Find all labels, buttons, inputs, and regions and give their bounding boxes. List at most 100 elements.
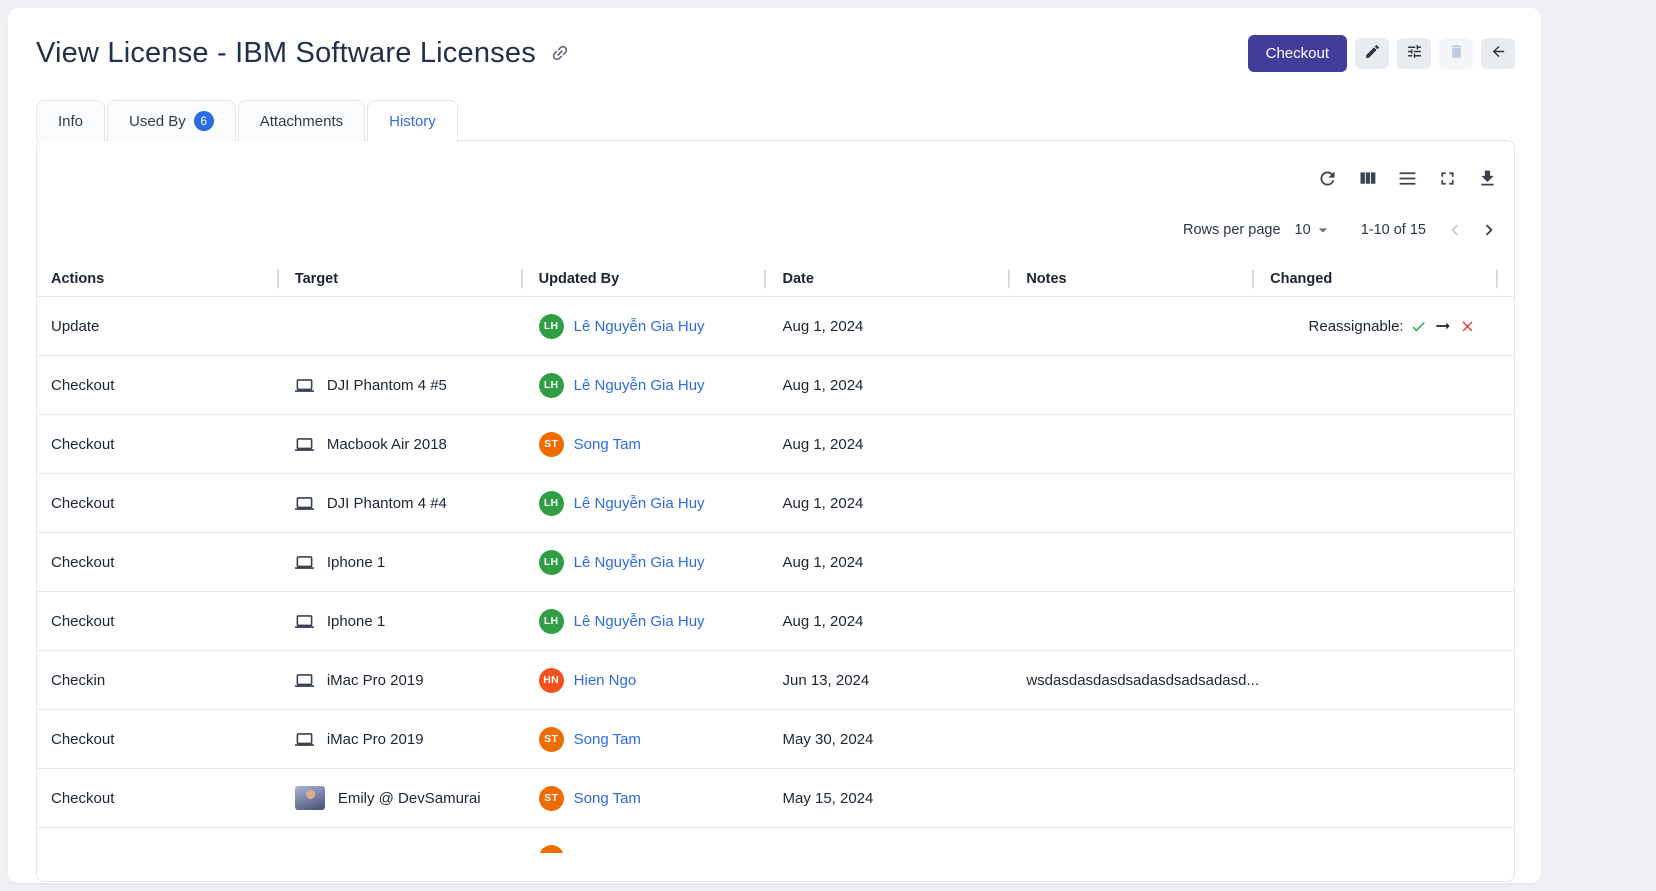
cell-updated-by — [539, 845, 783, 854]
refresh-icon — [1317, 168, 1338, 189]
cell-notes: wsdasdasdasdsadasdsadsadasd... — [1026, 672, 1270, 689]
checkout-button[interactable]: Checkout — [1248, 35, 1347, 72]
table-head: ActionsTargetUpdated ByDateNotesChanged — [37, 261, 1514, 297]
rows-per-page-select[interactable]: 10 — [1295, 220, 1333, 240]
table-row — [37, 828, 1514, 853]
tab-attachments[interactable]: Attachments — [238, 100, 365, 141]
laptop-icon — [295, 671, 314, 690]
cell-changed: Reassignable: — [1270, 316, 1514, 336]
table-row: CheckiniMac Pro 2019HNHien NgoJun 13, 20… — [37, 651, 1514, 710]
cell-updated-by: HNHien Ngo — [539, 668, 783, 693]
user-link[interactable]: Lê Nguyễn Gia Huy — [574, 495, 705, 512]
avatar: LH — [539, 373, 564, 398]
cell-updated-by: STSong Tam — [539, 727, 783, 752]
cell-target: DJI Phantom 4 #4 — [295, 494, 539, 513]
user-link[interactable]: Lê Nguyễn Gia Huy — [574, 377, 705, 394]
column-header-updated-by[interactable]: Updated By — [539, 271, 783, 287]
cell-date: Aug 1, 2024 — [782, 554, 1026, 571]
sliders-icon — [1406, 43, 1423, 63]
user-link[interactable]: Song Tam — [574, 790, 641, 807]
user-link[interactable]: Lê Nguyễn Gia Huy — [574, 613, 705, 630]
cross-icon — [1459, 318, 1476, 335]
cell-target: DJI Phantom 4 #5 — [295, 376, 539, 395]
edit-button[interactable] — [1355, 38, 1389, 69]
target-label: Emily @ DevSamurai — [338, 790, 481, 807]
page-title: View License - IBM Software Licenses — [36, 32, 536, 74]
pencil-icon — [1364, 43, 1381, 63]
tab-bar: Info Used By 6 Attachments History — [36, 100, 1515, 141]
delete-button[interactable] — [1439, 38, 1473, 69]
table-row: CheckoutDJI Phantom 4 #4LH Lê Nguyễn Gia … — [37, 474, 1514, 533]
laptop-icon — [295, 553, 314, 572]
download-icon — [1477, 168, 1498, 189]
columns-button[interactable] — [1356, 167, 1378, 189]
cell-target: Macbook Air 2018 — [295, 435, 539, 454]
cell-action: Checkout — [51, 731, 295, 748]
avatar: LH — [539, 314, 564, 339]
tab-used-by[interactable]: Used By 6 — [107, 100, 236, 141]
user-link[interactable]: Lê Nguyễn Gia Huy — [574, 318, 705, 335]
cell-action: Checkout — [51, 790, 295, 807]
cell-date: Aug 1, 2024 — [782, 495, 1026, 512]
tab-attachments-label: Attachments — [260, 113, 343, 130]
laptop-icon — [295, 612, 314, 631]
next-page-button[interactable] — [1472, 213, 1506, 247]
cell-date: Jun 13, 2024 — [782, 672, 1026, 689]
fullscreen-icon — [1437, 168, 1458, 189]
page-header: View License - IBM Software Licenses Che… — [36, 32, 1515, 74]
cell-action: Update — [51, 318, 295, 335]
table-rows-clip: Update LH Lê Nguyễn Gia Huy Aug 1, 2024 Reas… — [37, 297, 1514, 853]
pagination-range: 1-10 of 15 — [1361, 222, 1426, 238]
tab-info[interactable]: Info — [36, 100, 105, 141]
user-link[interactable]: Song Tam — [574, 731, 641, 748]
fullscreen-button[interactable] — [1436, 167, 1458, 189]
tab-info-label: Info — [58, 113, 83, 130]
cell-date: Aug 1, 2024 — [782, 436, 1026, 453]
arrow-left-icon — [1490, 43, 1507, 63]
table-row: UpdateLHLê Nguyễn Gia HuyAug 1, 2024Reas… — [37, 297, 1514, 356]
tab-history[interactable]: History — [367, 100, 458, 141]
check-icon — [1410, 318, 1427, 335]
filter-button[interactable] — [1397, 38, 1431, 69]
caret-down-icon — [1313, 220, 1333, 240]
column-header-changed[interactable]: Changed — [1270, 271, 1514, 287]
back-button[interactable] — [1481, 38, 1515, 69]
target-label: DJI Phantom 4 #5 — [327, 377, 447, 394]
chevron-right-icon — [1478, 219, 1500, 241]
avatar: LH — [539, 609, 564, 634]
avatar: LH — [539, 550, 564, 575]
cell-updated-by: ST Song Tam — [539, 432, 783, 457]
density-icon — [1397, 168, 1418, 189]
table-row: CheckoutiMac Pro 2019STSong TamMay 30, 2… — [37, 710, 1514, 769]
cell-action: Checkout — [51, 495, 295, 512]
cell-updated-by: LH Lê Nguyễn Gia Huy — [539, 314, 783, 339]
tab-used-by-label: Used By — [129, 113, 186, 130]
cell-date: May 15, 2024 — [782, 790, 1026, 807]
avatar: ST — [539, 432, 564, 457]
link-icon[interactable] — [550, 43, 570, 63]
table-row: CheckoutIphone 1LHLê Nguyễn Gia HuyAug 1… — [37, 592, 1514, 651]
column-header-target[interactable]: Target — [295, 271, 539, 287]
cell-target: iMac Pro 2019 — [295, 730, 539, 749]
cell-target: Iphone 1 — [295, 612, 539, 631]
user-link[interactable]: Hien Ngo — [574, 672, 637, 689]
laptop-icon — [295, 376, 314, 395]
cell-date: Aug 1, 2024 — [782, 613, 1026, 630]
user-link[interactable]: Lê Nguyễn Gia Huy — [574, 554, 705, 571]
laptop-icon — [295, 730, 314, 749]
header-actions: Checkout — [1248, 35, 1515, 72]
avatar: LH — [539, 491, 564, 516]
refresh-button[interactable] — [1316, 167, 1338, 189]
cell-updated-by: LH Lê Nguyễn Gia Huy — [539, 491, 783, 516]
prev-page-button[interactable] — [1438, 213, 1472, 247]
user-link[interactable]: Song Tam — [574, 436, 641, 453]
rows-per-page-value: 10 — [1295, 222, 1311, 238]
column-header-actions[interactable]: Actions — [51, 271, 295, 287]
density-button[interactable] — [1396, 167, 1418, 189]
column-header-date[interactable]: Date — [782, 271, 1026, 287]
column-header-notes[interactable]: Notes — [1026, 271, 1270, 287]
table-row: CheckoutMacbook Air 2018STSong TamAug 1,… — [37, 415, 1514, 474]
download-button[interactable] — [1476, 167, 1498, 189]
arrow-right-icon — [1433, 316, 1453, 336]
table-row: CheckoutEmily @ DevSamuraiSTSong TamMay … — [37, 769, 1514, 828]
